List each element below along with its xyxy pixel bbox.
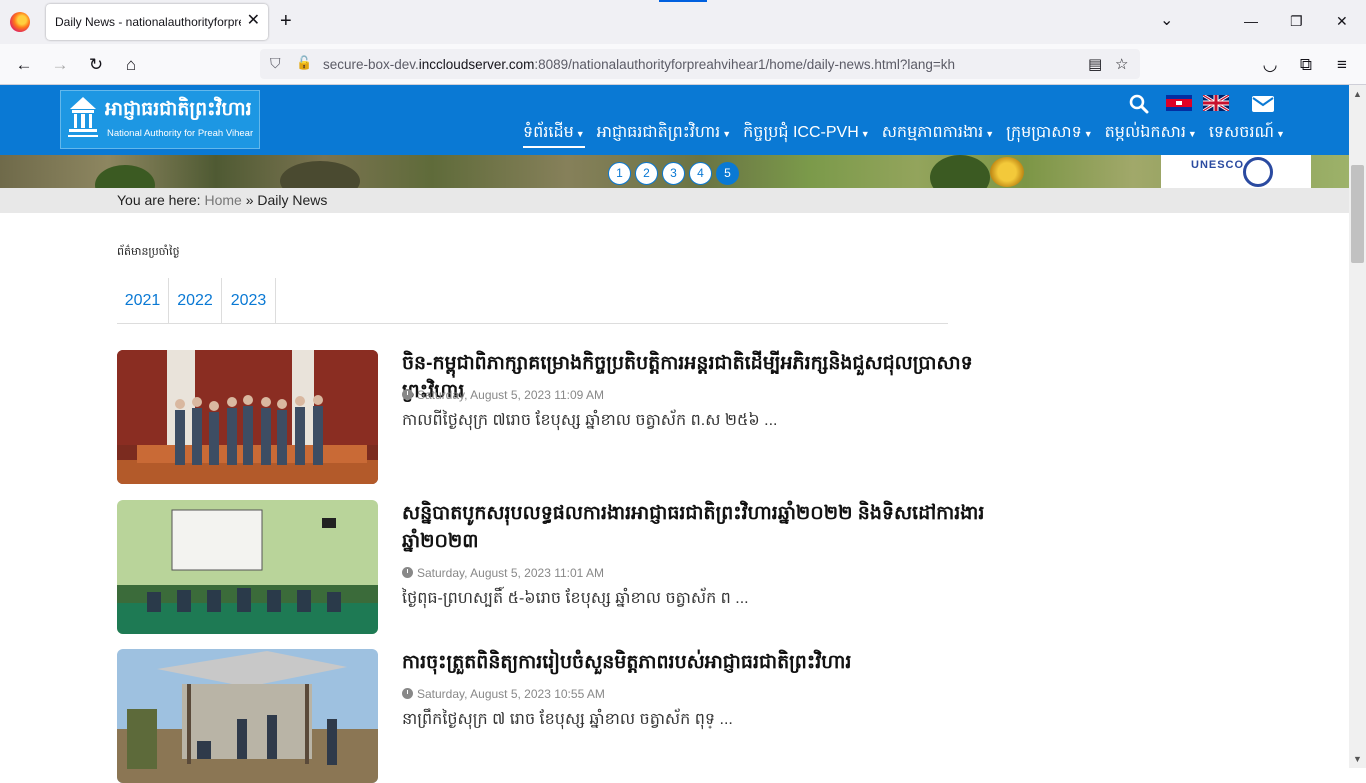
- temple-emblem-icon: [68, 97, 98, 137]
- mail-icon[interactable]: [1252, 96, 1274, 112]
- site-logo[interactable]: អាជ្ញាធរជាតិព្រះវិហារ National Authority…: [60, 90, 260, 149]
- slide-dot-4[interactable]: 4: [689, 162, 712, 185]
- tab-title: Daily News - nationalauthorityforpreahvi…: [55, 15, 241, 29]
- news-item: ការចុះត្រួតពិនិត្យការរៀបចំសួនមិត្តភាពរបស…: [117, 649, 1017, 783]
- news-item: សន្និបាតបូកសរុបលទ្ធផលការងារអាជ្ញាធរជាតិព…: [117, 500, 1017, 634]
- slide-dot-1[interactable]: 1: [608, 162, 631, 185]
- breadcrumb-bar: You are here: Home » Daily News: [0, 188, 1349, 213]
- menu-item-home[interactable]: ទំព័រដើម ▼: [523, 121, 585, 148]
- page-title: ព័ត៌មានប្រចាំថ្ងៃ: [117, 246, 180, 258]
- firefox-icon: [10, 12, 30, 32]
- news-date-text: Saturday, August 5, 2023 10:55 AM: [417, 687, 605, 701]
- menu-item-activities[interactable]: សកម្មភាពការងារ ▼: [882, 121, 994, 148]
- menu-icon[interactable]: ≡: [1331, 54, 1353, 76]
- news-excerpt: ថ្ងៃពុធ-ព្រហស្បតិ៍ ៥-៦រោច ខែបុស្ស ឆ្នាំខ…: [402, 590, 749, 607]
- close-tab-icon[interactable]: ✕: [247, 12, 260, 30]
- address-bar[interactable]: ⛉ 🔓 secure-box-dev.inccloudserver.com:80…: [260, 49, 1140, 79]
- site-header: អាជ្ញាធរជាតិព្រះវិហារ National Authority…: [0, 85, 1349, 155]
- khmer-flag-icon[interactable]: [1166, 95, 1192, 111]
- menu-item-authority[interactable]: អាជ្ញាធរជាតិព្រះវិហារ ▼: [597, 121, 731, 148]
- reload-icon[interactable]: ↻: [85, 54, 107, 76]
- world-heritage-icon: [1243, 157, 1273, 187]
- url-text[interactable]: secure-box-dev.inccloudserver.com:8089/n…: [323, 57, 955, 72]
- news-thumbnail-3[interactable]: [117, 649, 378, 783]
- unesco-text: UNESCO: [1191, 159, 1245, 171]
- reader-view-icon[interactable]: ▤: [1088, 55, 1102, 73]
- extensions-icon[interactable]: ⧉: [1295, 54, 1317, 76]
- close-window-icon[interactable]: ✕: [1336, 12, 1348, 30]
- banner-tree: [95, 165, 155, 188]
- menu-item-icc-pvh[interactable]: កិច្ចប្រជុំ ICC-PVH ▼: [743, 121, 870, 148]
- news-excerpt: កាលពីថ្ងៃសុក្រ ៧រោច ខែបុស្ស ឆ្នាំខាល ចត្…: [402, 412, 778, 429]
- slide-dot-2[interactable]: 2: [635, 162, 658, 185]
- forward-icon[interactable]: →: [49, 54, 71, 76]
- menu-item-documents[interactable]: តម្កល់ឯកសារ ▼: [1105, 121, 1197, 148]
- news-date: Saturday, August 5, 2023 11:09 AM: [402, 388, 604, 402]
- news-item: ចិន-កម្ពុជាពិភាក្សាគម្រោងកិច្ចប្រតិបត្តិ…: [117, 350, 1017, 484]
- unesco-logo: UNESCO: [1161, 155, 1311, 188]
- breadcrumb-prefix: You are here:: [117, 192, 201, 208]
- news-thumbnail-1[interactable]: [117, 350, 378, 484]
- news-excerpt: នាព្រឹកថ្ងៃសុក្រ ៧ រោច ខែបុស្ស ឆ្នាំខាល …: [402, 711, 733, 728]
- back-icon[interactable]: ←: [13, 54, 35, 76]
- page-scrollbar[interactable]: ▲ ▼: [1349, 85, 1366, 768]
- news-title-link[interactable]: សន្និបាតបូកសរុបលទ្ធផលការងារអាជ្ញាធរជាតិព…: [402, 500, 1017, 556]
- news-date: Saturday, August 5, 2023 10:55 AM: [402, 687, 605, 701]
- clock-icon: [402, 567, 413, 578]
- breadcrumb-home-link[interactable]: Home: [204, 192, 241, 208]
- scrollbar-thumb[interactable]: [1351, 165, 1364, 263]
- insecure-lock-icon[interactable]: 🔓: [296, 55, 312, 71]
- year-tabs: 2021 2022 2023: [117, 278, 948, 324]
- clock-icon: [402, 688, 413, 699]
- new-tab-button[interactable]: +: [280, 10, 292, 32]
- tab-indicator: [659, 0, 707, 2]
- news-date-text: Saturday, August 5, 2023 11:01 AM: [417, 566, 605, 580]
- news-thumbnail-2[interactable]: [117, 500, 378, 634]
- breadcrumb-current: Daily News: [257, 192, 328, 208]
- list-tabs-icon[interactable]: ⌄: [1160, 12, 1173, 30]
- logo-english-text: National Authority for Preah Vihear: [107, 128, 254, 139]
- menu-item-temples[interactable]: ក្រុមប្រាសាទ ▼: [1006, 121, 1092, 148]
- english-flag-icon[interactable]: [1203, 95, 1229, 111]
- news-date-text: Saturday, August 5, 2023 11:09 AM: [417, 388, 605, 402]
- main-menu: ទំព័រដើម ▼ អាជ្ញាធរជាតិព្រះវិហារ ▼ កិច្ចប្…: [523, 121, 1285, 148]
- home-icon[interactable]: ⌂: [120, 54, 142, 76]
- minimize-icon[interactable]: —: [1244, 12, 1258, 30]
- banner-tree: [930, 155, 990, 188]
- shield-icon[interactable]: ⛉: [270, 55, 281, 72]
- clock-icon: [402, 389, 413, 400]
- search-icon[interactable]: [1129, 94, 1149, 114]
- restore-icon[interactable]: ❐: [1290, 12, 1303, 30]
- news-title-link[interactable]: ការចុះត្រួតពិនិត្យការរៀបចំសួនមិត្តភាពរបស…: [402, 649, 1017, 677]
- logo-khmer-text: អាជ្ញាធរជាតិព្រះវិហារ: [105, 99, 252, 120]
- tab-year-2022[interactable]: 2022: [169, 278, 222, 324]
- scroll-down-icon[interactable]: ▼: [1353, 754, 1362, 764]
- menu-item-tourism[interactable]: ទេសចរណ៍ ▼: [1209, 121, 1285, 148]
- bookmark-star-icon[interactable]: ☆: [1115, 55, 1128, 73]
- news-date: Saturday, August 5, 2023 11:01 AM: [402, 566, 604, 580]
- banner-tree: [280, 161, 360, 188]
- slide-dot-3[interactable]: 3: [662, 162, 685, 185]
- tab-year-2023[interactable]: 2023: [222, 278, 276, 324]
- emblem-seal-icon: [990, 157, 1024, 187]
- pocket-icon[interactable]: ◡: [1259, 54, 1281, 76]
- breadcrumb: You are here: Home » Daily News: [117, 192, 327, 208]
- slide-dot-5[interactable]: 5: [716, 162, 739, 185]
- browser-nav-bar: ← → ↻ ⌂ ⛉ 🔓 secure-box-dev.inccloudserve…: [0, 44, 1366, 85]
- browser-tab-bar: Daily News - nationalauthorityforpreahvi…: [0, 0, 1366, 44]
- breadcrumb-separator: »: [245, 192, 254, 208]
- scroll-up-icon[interactable]: ▲: [1353, 89, 1362, 99]
- tab-year-2021[interactable]: 2021: [117, 278, 169, 324]
- browser-tab[interactable]: Daily News - nationalauthorityforpreahvi…: [46, 4, 268, 40]
- slide-pagination: 1 2 3 4 5: [608, 162, 739, 185]
